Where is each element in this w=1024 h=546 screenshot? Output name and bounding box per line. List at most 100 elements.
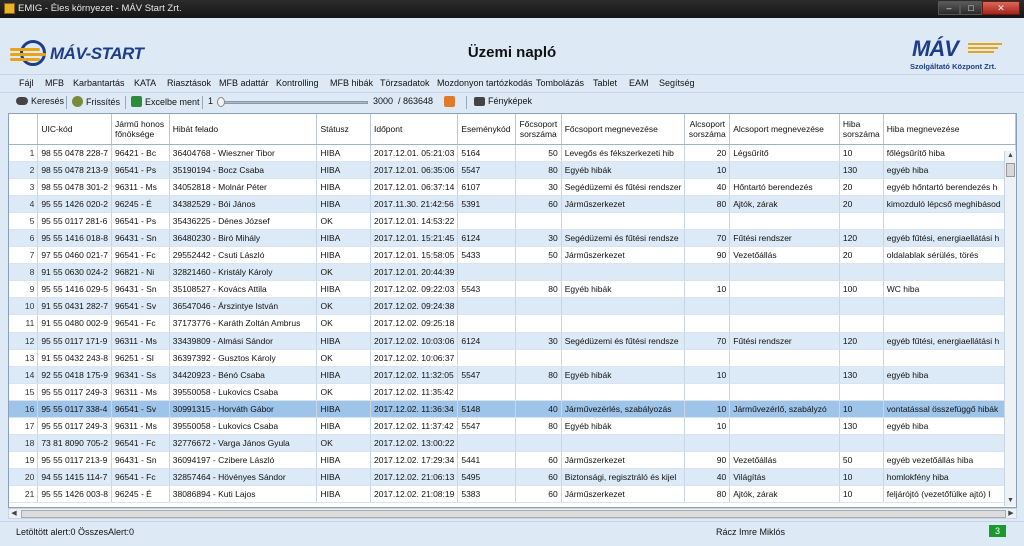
scroll-right-icon[interactable]: ▶ bbox=[1006, 509, 1016, 518]
menu-item[interactable]: MFB adattár bbox=[219, 78, 269, 88]
column-header[interactable]: Eseménykód bbox=[457, 114, 516, 145]
scroll-down-icon[interactable]: ▼ bbox=[1006, 496, 1015, 506]
table-cell: 10 bbox=[839, 400, 884, 419]
table-cell: 35436225 - Dénes József bbox=[169, 212, 318, 230]
table-row[interactable]: 16 95 55 0117 338-4 96541 - Sv 30991315 - H… bbox=[9, 400, 1016, 419]
table-cell bbox=[684, 383, 731, 401]
refresh-button[interactable]: Frissítés bbox=[72, 96, 120, 107]
menu-item[interactable]: Tombolázás bbox=[536, 78, 584, 88]
table-row[interactable]: 8 91 55 0630 024-2 96821 - Ni 32821460 - Kr… bbox=[9, 263, 1016, 282]
menu-item[interactable]: Tablet bbox=[593, 78, 617, 88]
table-row[interactable]: 5 95 55 0117 281-6 96541 - Ps 35436225 - Dé… bbox=[9, 212, 1016, 230]
table-row[interactable]: 20 94 55 1415 114-7 96541 - Fc 32857464 - H… bbox=[9, 468, 1016, 487]
table-cell bbox=[729, 263, 840, 282]
table-cell: 2017.12.01. 05:21:03 bbox=[370, 144, 459, 162]
menu-item[interactable]: Riasztások bbox=[167, 78, 211, 88]
table-row[interactable]: 4 95 55 1426 020-2 96245 - É 34382529 - Bói… bbox=[9, 195, 1016, 213]
table-cell: 30991315 - Horváth Gábor bbox=[169, 400, 318, 419]
table-cell: 10 bbox=[684, 417, 731, 436]
table-cell: 36547046 - Árszintye István bbox=[169, 297, 318, 316]
table-cell: 2017.12.01. 15:21:45 bbox=[370, 229, 459, 248]
scroll-up-icon[interactable]: ▲ bbox=[1006, 151, 1015, 161]
table-row[interactable]: 21 95 55 1426 003-8 96245 - É 38086894 - Ku… bbox=[9, 485, 1016, 504]
table-row[interactable]: 6 95 55 1416 018-8 96431 - Sn 36480230 - Bi… bbox=[9, 229, 1016, 248]
column-header[interactable] bbox=[9, 114, 39, 145]
vertical-scrollbar[interactable]: ▲ ▼ bbox=[1004, 151, 1016, 506]
scroll-left-icon[interactable]: ◀ bbox=[9, 509, 19, 518]
close-icon[interactable]: ✕ bbox=[982, 1, 1020, 15]
column-header[interactable]: Alcsoport sorszáma bbox=[684, 114, 731, 145]
table-cell bbox=[561, 434, 686, 453]
minimize-icon[interactable]: – bbox=[938, 1, 960, 15]
menu-item[interactable]: Segítség bbox=[659, 78, 695, 88]
column-header[interactable]: Hibát felado bbox=[169, 114, 318, 145]
maximize-icon[interactable]: □ bbox=[960, 1, 982, 15]
table-cell: 70 bbox=[684, 332, 731, 350]
table-cell: 33439809 - Almási Sándor bbox=[169, 332, 318, 350]
table-cell: Segédüzemi és fűtési rendsze bbox=[561, 229, 686, 248]
menu-item[interactable]: Karbantartás bbox=[73, 78, 125, 88]
table-row[interactable]: 17 95 55 0117 249-3 96311 - Ms 39550058 - L… bbox=[9, 417, 1016, 436]
table-cell: 96245 - É bbox=[111, 195, 170, 213]
table-cell: 95 55 1426 003-8 bbox=[37, 485, 112, 504]
table-row[interactable]: 18 73 81 8090 705-2 96541 - Fc 32776672 - V… bbox=[9, 434, 1016, 453]
column-header[interactable]: UIC-kód bbox=[37, 114, 112, 145]
table-row[interactable]: 15 95 55 0117 249-3 96311 - Ms 39550058 - L… bbox=[9, 383, 1016, 401]
table-row[interactable]: 9 95 55 1416 029-5 96431 - Sn 35108527 - Ko… bbox=[9, 280, 1016, 299]
table-cell: 39550058 - Lukovics Csaba bbox=[169, 383, 318, 401]
table-cell: 98 55 0478 213-9 bbox=[37, 161, 112, 179]
table-cell: 9 bbox=[9, 280, 39, 299]
menu-item[interactable]: MFB hibák bbox=[330, 78, 373, 88]
refresh-icon bbox=[72, 96, 83, 107]
table-row[interactable]: 3 98 55 0478 301-2 96311 - Ms 34052818 - Mo… bbox=[9, 178, 1016, 196]
table-row[interactable]: 10 91 55 0431 282-7 96541 - Sv 36547046 - Á… bbox=[9, 297, 1016, 316]
record-count-slider[interactable] bbox=[218, 101, 368, 104]
table-cell: 95 55 0117 213-9 bbox=[37, 451, 112, 470]
column-header[interactable]: Alcsoport megnevezése bbox=[729, 114, 840, 145]
table-row[interactable]: 13 91 55 0432 243-8 96251 - Sl 36397392 - G… bbox=[9, 349, 1016, 367]
photos-button[interactable]: Fényképek bbox=[474, 96, 532, 106]
table-cell: Segédüzemi és fűtési rendsze bbox=[561, 332, 686, 350]
excel-export-button[interactable]: Excelbe ment bbox=[131, 96, 200, 107]
table-cell: 96311 - Ms bbox=[111, 332, 170, 350]
table-cell: 2017.12.01. 15:58:05 bbox=[370, 246, 459, 265]
vertical-scroll-thumb[interactable] bbox=[1006, 163, 1015, 177]
table-row[interactable]: 2 98 55 0478 213-9 96541 - Ps 35190194 - Bo… bbox=[9, 161, 1016, 179]
menu-item[interactable]: Mozdonyon tartózkodás bbox=[437, 78, 533, 88]
table-cell: 98 55 0478 301-2 bbox=[37, 178, 112, 196]
column-header[interactable]: Főcsoport sorszáma bbox=[515, 114, 562, 145]
horizontal-scrollbar[interactable]: ◀ ▶ bbox=[8, 508, 1017, 519]
table-cell: 96541 - Fc bbox=[111, 468, 170, 487]
table-row[interactable]: 12 95 55 0117 171-9 96311 - Ms 33439809 - A… bbox=[9, 332, 1016, 350]
record-total: / 863648 bbox=[398, 96, 434, 106]
menu-item[interactable]: Kontrolling bbox=[276, 78, 319, 88]
menu-item[interactable]: MFB bbox=[45, 78, 64, 88]
filter-button[interactable] bbox=[444, 96, 455, 107]
menu-item[interactable]: EAM bbox=[629, 78, 649, 88]
table-row[interactable]: 14 92 55 0418 175-9 96341 - Ss 34420923 - B… bbox=[9, 366, 1016, 384]
excel-icon bbox=[131, 96, 142, 107]
menu-item[interactable]: Törzsadatok bbox=[380, 78, 430, 88]
table-row[interactable]: 7 97 55 0460 021-7 96541 - Fc 29552442 - Cs… bbox=[9, 246, 1016, 265]
table-row[interactable]: 11 91 55 0480 002-9 96541 - Fc 37173776 - K… bbox=[9, 314, 1016, 333]
column-header[interactable]: Főcsoport megnevezése bbox=[561, 114, 686, 145]
table-cell: 32821460 - Kristály Károly bbox=[169, 263, 318, 282]
menu-item[interactable]: KATA bbox=[134, 78, 156, 88]
slider-thumb[interactable] bbox=[217, 97, 225, 107]
menu-item[interactable]: Fájl bbox=[19, 78, 34, 88]
column-header[interactable]: Jármű honos főnöksége bbox=[111, 114, 170, 145]
table-row[interactable]: 19 95 55 0117 213-9 96431 - Sn 36094197 - C… bbox=[9, 451, 1016, 470]
search-button[interactable]: Keresés bbox=[16, 96, 64, 106]
table-cell bbox=[457, 297, 516, 316]
horizontal-scroll-thumb[interactable] bbox=[21, 510, 1006, 518]
table-cell: 2017.12.01. 06:35:06 bbox=[370, 161, 459, 179]
column-header[interactable]: Időpont bbox=[370, 114, 459, 145]
column-header[interactable]: Hiba megnevezése bbox=[883, 114, 1016, 145]
table-cell: 34052818 - Molnár Péter bbox=[169, 178, 318, 196]
table-cell: 92 55 0418 175-9 bbox=[37, 366, 112, 384]
table-cell: Vezetőállás bbox=[729, 246, 840, 265]
column-header[interactable]: Státusz bbox=[316, 114, 371, 145]
table-cell: 36404768 - Wieszner Tibor bbox=[169, 144, 318, 162]
column-header[interactable]: Hiba sorszáma bbox=[839, 114, 884, 145]
table-row[interactable]: 1 98 55 0478 228-7 96421 - Bc 36404768 - Wi… bbox=[9, 144, 1016, 162]
